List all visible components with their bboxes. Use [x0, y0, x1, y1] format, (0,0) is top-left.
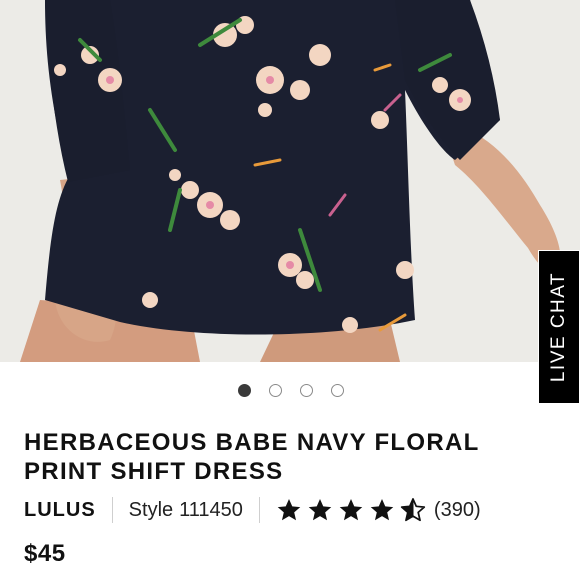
product-image[interactable]: [0, 0, 580, 362]
carousel-dot-3[interactable]: [300, 384, 313, 397]
product-meta: LULUS Style 111450 (390): [24, 494, 481, 526]
product-title: HERBACEOUS BABE NAVY FLORAL PRINT SHIFT …: [24, 429, 480, 485]
dress-photo: [0, 0, 580, 362]
star-rating[interactable]: [276, 497, 426, 523]
star-full-icon: [370, 498, 394, 521]
star-full-icon: [339, 498, 363, 521]
carousel-pagination: [0, 384, 580, 400]
divider: [258, 497, 260, 523]
star-half-icon: [400, 498, 426, 522]
brand-name[interactable]: LULUS: [24, 499, 96, 522]
live-chat-label: LIVE CHAT: [548, 271, 569, 383]
divider: [111, 497, 113, 523]
carousel-dot-4[interactable]: [331, 384, 344, 397]
product-price: $45: [24, 540, 66, 567]
style-label: Style: [128, 498, 174, 521]
live-chat-button[interactable]: LIVE CHAT: [538, 250, 580, 404]
style-number: 111450: [179, 498, 243, 521]
star-full-icon: [277, 498, 301, 521]
carousel-dot-1[interactable]: [238, 384, 251, 397]
review-count[interactable]: (390): [434, 499, 481, 522]
star-full-icon: [308, 498, 332, 521]
carousel-dot-2[interactable]: [269, 384, 282, 397]
